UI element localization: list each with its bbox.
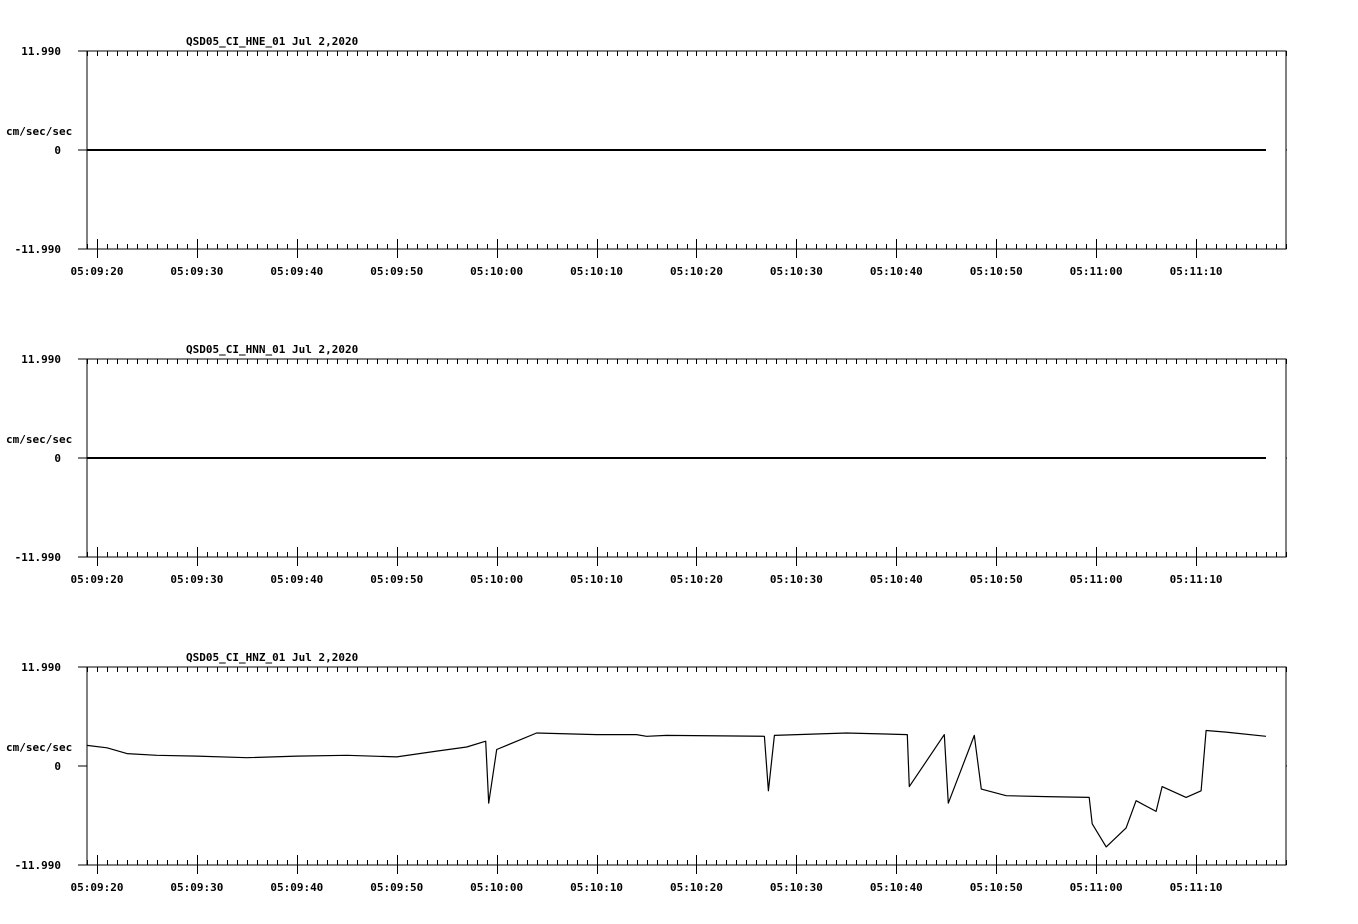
x-tick-label: 05:10:00 [470,265,523,278]
x-tick-label: 05:09:50 [370,265,423,278]
x-tick-label: 05:09:30 [170,573,223,586]
x-tick-label: 05:10:20 [670,573,723,586]
x-tick-label: 05:11:00 [1070,881,1123,894]
x-tick-label: 05:10:30 [770,573,823,586]
x-tick-label: 05:09:30 [170,265,223,278]
x-tick-label: 05:09:50 [370,881,423,894]
y-tick-label: -11.990 [15,551,61,564]
waveform-figure: QSD05_CI_HNE_01 Jul 2,2020 11.990 0 -11.990… [0,0,1358,924]
x-tick-label: 05:11:10 [1170,265,1223,278]
y-tick-label: 11.990 [21,45,61,58]
y-tick-label: 11.990 [21,661,61,674]
x-tick-label: 05:09:20 [70,573,123,586]
plot-frame [86,666,1287,866]
x-tick-label: 05:11:10 [1170,573,1223,586]
y-tick-label: 0 [54,144,61,157]
x-tick-label: 05:09:40 [270,573,323,586]
x-tick-label: 05:10:20 [670,881,723,894]
x-tick-label: 05:09:20 [70,881,123,894]
x-tick-label: 05:09:20 [70,265,123,278]
x-tick-label: 05:10:10 [570,881,623,894]
x-tick-label: 05:10:30 [770,881,823,894]
x-tick-label: 05:10:00 [470,881,523,894]
x-tick-label: 05:09:50 [370,573,423,586]
y-tick-label: -11.990 [15,243,61,256]
panel-title: QSD05_CI_HNN_01 Jul 2,2020 [186,343,358,356]
y-axis-label: cm/sec/sec [6,741,72,754]
x-tick-label: 05:10:40 [870,881,923,894]
y-tick-label: 0 [54,760,61,773]
panel-title: QSD05_CI_HNE_01 Jul 2,2020 [186,35,358,48]
y-tick-label: -11.990 [15,859,61,872]
x-tick-label: 05:09:40 [270,265,323,278]
x-tick-label: 05:10:50 [970,573,1023,586]
y-axis-label: cm/sec/sec [6,433,72,446]
x-tick-label: 05:11:00 [1070,573,1123,586]
x-tick-label: 05:11:10 [1170,881,1223,894]
x-tick-label: 05:10:50 [970,881,1023,894]
x-tick-label: 05:10:50 [970,265,1023,278]
x-tick-label: 05:09:30 [170,881,223,894]
y-tick-label: 11.990 [21,353,61,366]
y-axis-label: cm/sec/sec [6,125,72,138]
seismogram-plots: QSD05_CI_HNE_01 Jul 2,2020 11.990 0 -11.990… [6,35,1287,894]
x-tick-label: 05:10:30 [770,265,823,278]
waveform-trace [86,729,1267,848]
x-tick-label: 05:10:10 [570,265,623,278]
panel-2: QSD05_CI_HNN_01 Jul 2,2020 11.990 0 -11.990… [6,343,1287,586]
panel-1: QSD05_CI_HNE_01 Jul 2,2020 11.990 0 -11.990… [6,35,1287,278]
x-tick-label: 05:10:20 [670,265,723,278]
x-tick-label: 05:10:00 [470,573,523,586]
x-tick-label: 05:09:40 [270,881,323,894]
x-tick-label: 05:10:40 [870,573,923,586]
x-tick-label: 05:10:40 [870,265,923,278]
panel-title: QSD05_CI_HNZ_01 Jul 2,2020 [186,651,358,664]
x-tick-label: 05:11:00 [1070,265,1123,278]
y-tick-label: 0 [54,452,61,465]
x-tick-label: 05:10:10 [570,573,623,586]
panel-3: QSD05_CI_HNZ_01 Jul 2,2020 11.990 0 -11.990… [6,651,1287,894]
